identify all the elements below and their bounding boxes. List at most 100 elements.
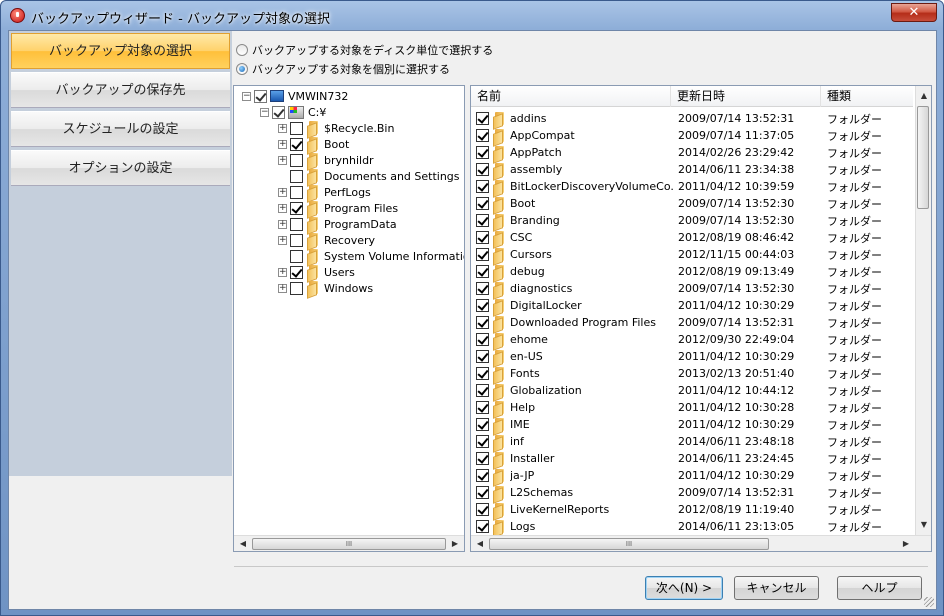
title-bar[interactable]: バックアップウィザード - バックアップ対象の選択 ✕ bbox=[1, 1, 943, 31]
row-checkbox[interactable] bbox=[476, 299, 489, 312]
scroll-right-icon[interactable]: ▶ bbox=[899, 536, 913, 551]
tree-item[interactable]: + Boot bbox=[278, 136, 349, 152]
tree-item[interactable]: Documents and Settings bbox=[278, 168, 460, 184]
scroll-left-icon[interactable]: ◀ bbox=[473, 536, 487, 551]
row-checkbox[interactable] bbox=[476, 486, 489, 499]
row-checkbox[interactable] bbox=[476, 452, 489, 465]
list-row[interactable]: Branding 2009/07/14 13:52:30 フォルダー bbox=[471, 212, 913, 229]
row-checkbox[interactable] bbox=[476, 265, 489, 278]
list-row[interactable]: Logs 2014/06/11 23:13:05 フォルダー bbox=[471, 518, 913, 535]
tree-hscroll-thumb[interactable]: III bbox=[252, 538, 446, 550]
expand-icon[interactable]: + bbox=[278, 139, 287, 149]
tree-item-checkbox[interactable] bbox=[290, 233, 303, 247]
list-vscrollbar[interactable]: ▲ ▼ bbox=[915, 86, 931, 535]
help-button[interactable]: ヘルプ bbox=[837, 576, 922, 600]
column-name[interactable]: 名前 bbox=[471, 86, 671, 107]
expand-icon[interactable]: + bbox=[278, 283, 287, 293]
close-button[interactable]: ✕ bbox=[891, 3, 937, 22]
row-checkbox[interactable] bbox=[476, 129, 489, 142]
tree-item-checkbox[interactable] bbox=[290, 137, 303, 151]
expand-icon[interactable]: + bbox=[278, 155, 287, 165]
tree-item-checkbox[interactable] bbox=[290, 201, 303, 215]
row-checkbox[interactable] bbox=[476, 163, 489, 176]
sidebar-item-destination[interactable]: バックアップの保存先 bbox=[11, 72, 230, 108]
tree-item[interactable]: + brynhildr bbox=[278, 152, 374, 168]
next-button[interactable]: 次へ(N) > bbox=[645, 576, 723, 600]
list-row[interactable]: addins 2009/07/14 13:52:31 フォルダー bbox=[471, 110, 913, 127]
file-list[interactable]: 名前 更新日時 種類 addins 2009/07/14 13:52:31 フォルダ… bbox=[470, 85, 932, 552]
row-checkbox[interactable] bbox=[476, 401, 489, 414]
tree-item[interactable]: + Program Files bbox=[278, 200, 398, 216]
folder-tree[interactable]: − VMWIN732 − C:¥ + $Recycle.Bin + Boot + bryn… bbox=[233, 85, 465, 552]
list-row[interactable]: debug 2012/08/19 09:13:49 フォルダー bbox=[471, 263, 913, 280]
list-row[interactable]: LiveKernelReports 2012/08/19 11:19:40 フォルダ… bbox=[471, 501, 913, 518]
tree-item[interactable]: + Users bbox=[278, 264, 355, 280]
row-checkbox[interactable] bbox=[476, 350, 489, 363]
scroll-right-icon[interactable]: ▶ bbox=[448, 536, 462, 551]
list-row[interactable]: inf 2014/06/11 23:48:18 フォルダー bbox=[471, 433, 913, 450]
list-row[interactable]: Installer 2014/06/11 23:24:45 フォルダー bbox=[471, 450, 913, 467]
tree-item-checkbox[interactable] bbox=[290, 281, 303, 295]
collapse-icon[interactable]: − bbox=[242, 91, 251, 101]
row-checkbox[interactable] bbox=[476, 435, 489, 448]
row-checkbox[interactable] bbox=[476, 282, 489, 295]
tree-item[interactable]: + Recovery bbox=[278, 232, 375, 248]
row-checkbox[interactable] bbox=[476, 367, 489, 380]
list-row[interactable]: CSC 2012/08/19 08:46:42 フォルダー bbox=[471, 229, 913, 246]
tree-item-checkbox[interactable] bbox=[290, 153, 303, 167]
tree-item-checkbox[interactable] bbox=[290, 121, 303, 135]
row-checkbox[interactable] bbox=[476, 333, 489, 346]
row-checkbox[interactable] bbox=[476, 112, 489, 125]
list-row[interactable]: diagnostics 2009/07/14 13:52:30 フォルダー bbox=[471, 280, 913, 297]
tree-item[interactable]: + $Recycle.Bin bbox=[278, 120, 394, 136]
row-checkbox[interactable] bbox=[476, 384, 489, 397]
tree-item-checkbox[interactable] bbox=[290, 249, 303, 263]
tree-drive-checkbox[interactable] bbox=[272, 105, 285, 119]
scroll-down-icon[interactable]: ▼ bbox=[917, 517, 931, 532]
row-checkbox[interactable] bbox=[476, 197, 489, 210]
row-checkbox[interactable] bbox=[476, 214, 489, 227]
tree-item-checkbox[interactable] bbox=[290, 217, 303, 231]
tree-item[interactable]: + Windows bbox=[278, 280, 373, 296]
tree-item[interactable]: System Volume Information bbox=[278, 248, 464, 264]
list-row[interactable]: Cursors 2012/11/15 00:44:03 フォルダー bbox=[471, 246, 913, 263]
tree-item[interactable]: + ProgramData bbox=[278, 216, 397, 232]
list-row[interactable]: Boot 2009/07/14 13:52:30 フォルダー bbox=[471, 195, 913, 212]
list-row[interactable]: IME 2011/04/12 10:30:29 フォルダー bbox=[471, 416, 913, 433]
tree-item-checkbox[interactable] bbox=[290, 185, 303, 199]
list-row[interactable]: AppPatch 2014/02/26 23:29:42 フォルダー bbox=[471, 144, 913, 161]
tree-item-checkbox[interactable] bbox=[290, 169, 303, 183]
sidebar-item-schedule[interactable]: スケジュールの設定 bbox=[11, 111, 230, 147]
column-date[interactable]: 更新日時 bbox=[671, 86, 821, 107]
tree-item-checkbox[interactable] bbox=[290, 265, 303, 279]
radio-individual[interactable] bbox=[236, 63, 248, 75]
list-row[interactable]: L2Schemas 2009/07/14 13:52:31 フォルダー bbox=[471, 484, 913, 501]
row-checkbox[interactable] bbox=[476, 248, 489, 261]
row-checkbox[interactable] bbox=[476, 503, 489, 516]
list-row[interactable]: en-US 2011/04/12 10:30:29 フォルダー bbox=[471, 348, 913, 365]
radio-disk[interactable] bbox=[236, 44, 248, 56]
expand-icon[interactable]: + bbox=[278, 235, 287, 245]
collapse-icon[interactable]: − bbox=[260, 107, 269, 117]
expand-icon[interactable]: + bbox=[278, 203, 287, 213]
list-row[interactable]: assembly 2014/06/11 23:34:38 フォルダー bbox=[471, 161, 913, 178]
list-row[interactable]: BitLockerDiscoveryVolumeCo... 2011/04/12 … bbox=[471, 178, 913, 195]
list-row[interactable]: Globalization 2011/04/12 10:44:12 フォルダー bbox=[471, 382, 913, 399]
list-row[interactable]: ja-JP 2011/04/12 10:30:29 フォルダー bbox=[471, 467, 913, 484]
cancel-button[interactable]: キャンセル bbox=[734, 576, 819, 600]
list-hscrollbar[interactable]: ◀ III ▶ bbox=[471, 535, 931, 551]
tree-root[interactable]: − VMWIN732 bbox=[242, 88, 348, 104]
list-row[interactable]: Help 2011/04/12 10:30:28 フォルダー bbox=[471, 399, 913, 416]
resize-grip-icon[interactable] bbox=[924, 597, 934, 607]
scroll-up-icon[interactable]: ▲ bbox=[917, 88, 931, 103]
row-checkbox[interactable] bbox=[476, 231, 489, 244]
list-hscroll-thumb[interactable]: III bbox=[489, 538, 769, 550]
tree-hscrollbar[interactable]: ◀ III ▶ bbox=[234, 535, 464, 551]
expand-icon[interactable]: + bbox=[278, 267, 287, 277]
column-type[interactable]: 種類 bbox=[821, 86, 913, 107]
list-vscroll-thumb[interactable] bbox=[917, 106, 929, 209]
expand-icon[interactable]: + bbox=[278, 187, 287, 197]
sidebar-item-options[interactable]: オプションの設定 bbox=[11, 150, 230, 186]
tree-drive[interactable]: − C:¥ bbox=[260, 104, 326, 120]
tree-item[interactable]: + PerfLogs bbox=[278, 184, 371, 200]
